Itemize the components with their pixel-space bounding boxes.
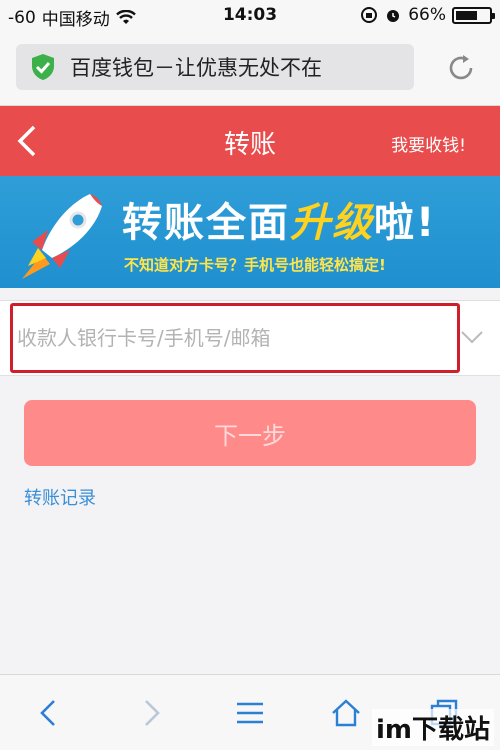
menu-icon[interactable] — [234, 697, 266, 729]
transfer-record-link[interactable]: 转账记录 — [24, 484, 96, 510]
next-step-button[interactable]: 下一步 — [24, 400, 476, 466]
watermark: im下载站 — [371, 709, 494, 746]
chevron-down-icon[interactable] — [460, 329, 484, 345]
battery-icon — [452, 6, 495, 24]
battery-percent: 66% — [408, 5, 446, 25]
recipient-input-highlight — [10, 303, 460, 373]
alarm-icon — [387, 10, 400, 22]
page-title: 百度钱包－让优惠无处不在 — [70, 56, 322, 80]
banner-headline: 转账全面升级啦! — [122, 190, 436, 248]
rocket-icon — [22, 194, 102, 279]
status-right: 66% — [360, 5, 495, 25]
status-bar: -60 中国移动 14:03 66% — [0, 0, 500, 32]
banner-headline-part2: 啦! — [374, 200, 437, 246]
forward-nav-icon[interactable] — [134, 697, 166, 729]
home-icon[interactable] — [330, 697, 362, 729]
banner-headline-part1: 转账全面 — [122, 200, 290, 246]
reload-icon[interactable] — [446, 53, 476, 83]
promo-banner[interactable]: 转账全面升级啦! 不知道对方卡号？手机号也能轻松搞定! — [0, 176, 500, 288]
receive-money-button[interactable]: 我要收钱! — [391, 131, 466, 156]
rotation-lock-icon — [361, 7, 378, 23]
browser-url-bar: 百度钱包－让优惠无处不在 — [0, 32, 500, 106]
banner-subtitle: 不知道对方卡号？手机号也能轻松搞定! — [124, 256, 386, 274]
battery-fill — [456, 10, 478, 20]
app-header: 转账 我要收钱! — [0, 106, 500, 176]
browser-toolbar: im下载站 — [0, 674, 500, 750]
recipient-input[interactable] — [17, 326, 457, 350]
address-field[interactable]: 百度钱包－让优惠无处不在 — [16, 44, 414, 90]
recipient-row — [0, 300, 500, 376]
banner-headline-accent: 升级 — [290, 200, 374, 246]
back-nav-icon[interactable] — [34, 697, 66, 729]
secure-shield-icon — [32, 54, 54, 80]
